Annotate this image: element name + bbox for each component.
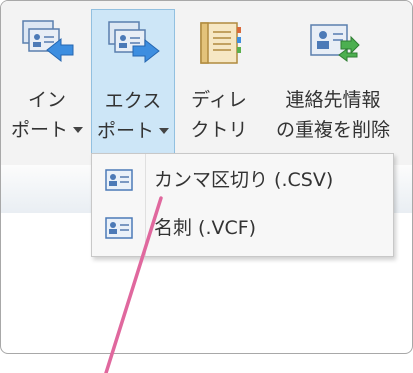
export-dropdown-menu: カンマ区切り (.CSV) 名刺 (.VCF) [91,153,394,257]
import-contacts-icon [19,17,75,76]
directory-button[interactable]: ディレ クトリ [179,9,259,155]
import-label-line2: ポート [10,119,68,141]
export-csv-label: カンマ区切り (.CSV) [154,169,334,191]
remove-duplicates-label-line1: 連絡先情報 [285,89,381,111]
dropdown-arrow-icon [159,128,169,134]
contact-sync-icon [305,17,361,76]
export-label-line2: ポート [96,120,154,142]
remove-duplicates-label-line2: の重複を削除 [275,119,390,141]
export-contacts-icon [105,18,161,77]
export-csv-menu-item[interactable]: カンマ区切り (.CSV) [92,157,393,205]
dropdown-arrow-icon [73,127,83,133]
directory-label-line2: クトリ [190,119,248,141]
contact-card-icon [105,217,133,243]
contact-card-icon [105,169,133,195]
import-label-line1: イン [27,89,66,111]
remove-duplicates-button[interactable]: 連絡先情報 の重複を削除 [263,9,403,155]
address-book-icon [191,17,247,76]
export-button[interactable]: エクス ポート [91,9,175,155]
import-button[interactable]: イン ポート [7,9,87,155]
export-vcf-menu-item[interactable]: 名刺 (.VCF) [92,205,393,253]
directory-label-line1: ディレ [191,89,247,111]
ribbon: イン ポート エクス ポート ディレ クトリ 連絡先情報 の重複を削除 [1,1,412,165]
export-vcf-label: 名刺 (.VCF) [154,217,257,239]
export-label-line1: エクス [104,90,162,112]
